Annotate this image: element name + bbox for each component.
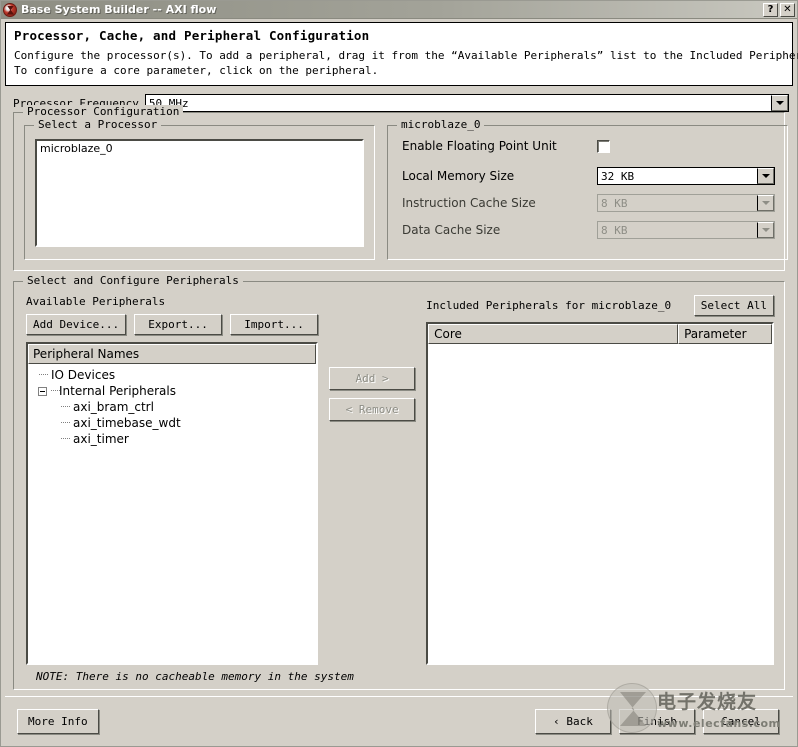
- tree-connector-icon: [38, 367, 50, 383]
- local-memory-size-label: Local Memory Size: [402, 169, 597, 183]
- close-icon[interactable]: ✕: [780, 3, 795, 17]
- tree-item-label: axi_bram_ctrl: [72, 400, 154, 414]
- peripheral-actions: Add Device... Export... Import...: [26, 314, 318, 335]
- finish-button[interactable]: Finish: [619, 709, 695, 734]
- microblaze-settings-group: microblaze_0 Enable Floating Point Unit …: [387, 125, 788, 260]
- footer-right: ‹ Back Finish Cancel: [535, 709, 779, 734]
- page-title: Processor, Cache, and Peripheral Configu…: [14, 28, 784, 43]
- included-peripherals-header: Included Peripherals for microblaze_0 Se…: [426, 295, 774, 316]
- peripherals-group: Select and Configure Peripherals Availab…: [13, 281, 785, 690]
- app-logo-icon: [3, 3, 17, 17]
- list-item[interactable]: microblaze_0: [37, 141, 362, 156]
- table-header-row: Core Parameter: [428, 324, 772, 344]
- footer-bar: More Info ‹ Back Finish Cancel: [5, 696, 793, 746]
- select-processor-group: Select a Processor microblaze_0: [24, 125, 375, 260]
- data-cache-size-row: Data Cache Size 8 KB: [402, 221, 775, 239]
- help-icon[interactable]: ?: [763, 3, 778, 17]
- fpu-row: Enable Floating Point Unit: [402, 139, 775, 153]
- peripherals-legend: Select and Configure Peripherals: [23, 274, 243, 287]
- tree-item-label: axi_timer: [72, 432, 129, 446]
- peripheral-names-header: Peripheral Names: [28, 344, 316, 364]
- tree-item-io-devices[interactable]: IO Devices: [28, 367, 316, 383]
- processor-list[interactable]: microblaze_0: [35, 139, 364, 247]
- more-info-button[interactable]: More Info: [17, 709, 99, 734]
- processor-frequency-select[interactable]: 50 MHz: [145, 94, 789, 112]
- tree-connector-icon: [50, 383, 58, 399]
- select-processor-legend: Select a Processor: [34, 118, 161, 131]
- cache-note: NOTE: There is no cacheable memory in th…: [36, 670, 774, 683]
- processor-configuration-group: Processor Configuration Select a Process…: [13, 112, 785, 271]
- tree-connector-icon: [60, 415, 72, 431]
- add-device-button[interactable]: Add Device...: [26, 314, 126, 335]
- included-peripherals-table[interactable]: Core Parameter: [426, 322, 774, 665]
- included-peripherals-column: Included Peripherals for microblaze_0 Se…: [426, 295, 774, 665]
- import-button[interactable]: Import...: [230, 314, 318, 335]
- page-description-line-1: Configure the processor(s). To add a per…: [14, 48, 784, 63]
- data-cache-size-label: Data Cache Size: [402, 223, 597, 237]
- transfer-buttons-column: Add > < Remove: [318, 295, 426, 665]
- back-button[interactable]: ‹ Back: [535, 709, 611, 734]
- tree-item-internal-peripherals[interactable]: Internal Peripherals: [28, 383, 316, 399]
- peripheral-tree-body[interactable]: IO Devices Internal Peripherals axi_bram…: [28, 364, 316, 663]
- instruction-cache-size-value: 8 KB: [598, 195, 757, 211]
- window-controls: ? ✕: [763, 3, 795, 17]
- tree-connector-icon: [60, 399, 72, 415]
- tree-item-axi-timebase-wdt[interactable]: axi_timebase_wdt: [28, 415, 316, 431]
- local-memory-size-field: 32 KB: [597, 167, 775, 185]
- fpu-field: [597, 140, 775, 153]
- data-cache-size-field: 8 KB: [597, 221, 775, 239]
- tree-item-axi-timer[interactable]: axi_timer: [28, 431, 316, 447]
- tree-item-label: axi_timebase_wdt: [72, 416, 181, 430]
- title-bar: Base System Builder -- AXI flow ? ✕: [1, 1, 797, 19]
- page-description-panel: Processor, Cache, and Peripheral Configu…: [5, 22, 793, 86]
- available-peripherals-label: Available Peripherals: [26, 295, 318, 308]
- chevron-down-icon: [757, 222, 774, 238]
- cancel-button[interactable]: Cancel: [703, 709, 779, 734]
- included-peripherals-label: Included Peripherals for microblaze_0: [426, 299, 671, 312]
- peripheral-tree[interactable]: Peripheral Names IO Devices Internal Per…: [26, 342, 318, 665]
- local-memory-size-row: Local Memory Size 32 KB: [402, 167, 775, 185]
- page-description-line-2: To configure a core parameter, click on …: [14, 63, 784, 78]
- processor-configuration-legend: Processor Configuration: [23, 105, 183, 118]
- footer-left: More Info: [5, 709, 99, 734]
- instruction-cache-size-label: Instruction Cache Size: [402, 196, 597, 210]
- add-peripheral-button[interactable]: Add >: [329, 367, 415, 390]
- column-header-core[interactable]: Core: [428, 324, 678, 344]
- app-window: Base System Builder -- AXI flow ? ✕ Proc…: [0, 0, 798, 747]
- tree-item-label: Internal Peripherals: [58, 384, 176, 398]
- collapse-minus-icon[interactable]: [38, 387, 47, 396]
- peripherals-columns: Available Peripherals Add Device... Expo…: [26, 295, 774, 665]
- instruction-cache-size-field: 8 KB: [597, 194, 775, 212]
- local-memory-size-value: 32 KB: [598, 168, 757, 184]
- remove-peripheral-button[interactable]: < Remove: [329, 398, 415, 421]
- chevron-down-icon[interactable]: [771, 95, 788, 111]
- column-header-parameter[interactable]: Parameter: [678, 324, 772, 344]
- export-button[interactable]: Export...: [134, 314, 222, 335]
- data-cache-size-value: 8 KB: [598, 222, 757, 238]
- data-cache-size-select: 8 KB: [597, 221, 775, 239]
- available-peripherals-column: Available Peripherals Add Device... Expo…: [26, 295, 318, 665]
- tree-item-label: IO Devices: [50, 368, 115, 382]
- enable-fpu-checkbox[interactable]: [597, 140, 610, 153]
- chevron-down-icon[interactable]: [757, 168, 774, 184]
- tree-connector-icon: [60, 431, 72, 447]
- window-title: Base System Builder -- AXI flow: [21, 3, 763, 16]
- tree-item-axi-bram-ctrl[interactable]: axi_bram_ctrl: [28, 399, 316, 415]
- microblaze-legend: microblaze_0: [397, 118, 484, 131]
- local-memory-size-select[interactable]: 32 KB: [597, 167, 775, 185]
- more-info-label: More Info: [28, 715, 88, 728]
- processor-frequency-value: 50 MHz: [146, 95, 771, 111]
- select-all-button[interactable]: Select All: [694, 295, 774, 316]
- instruction-cache-size-row: Instruction Cache Size 8 KB: [402, 194, 775, 212]
- table-body[interactable]: [428, 344, 772, 663]
- instruction-cache-size-select: 8 KB: [597, 194, 775, 212]
- fpu-label: Enable Floating Point Unit: [402, 139, 597, 153]
- chevron-down-icon: [757, 195, 774, 211]
